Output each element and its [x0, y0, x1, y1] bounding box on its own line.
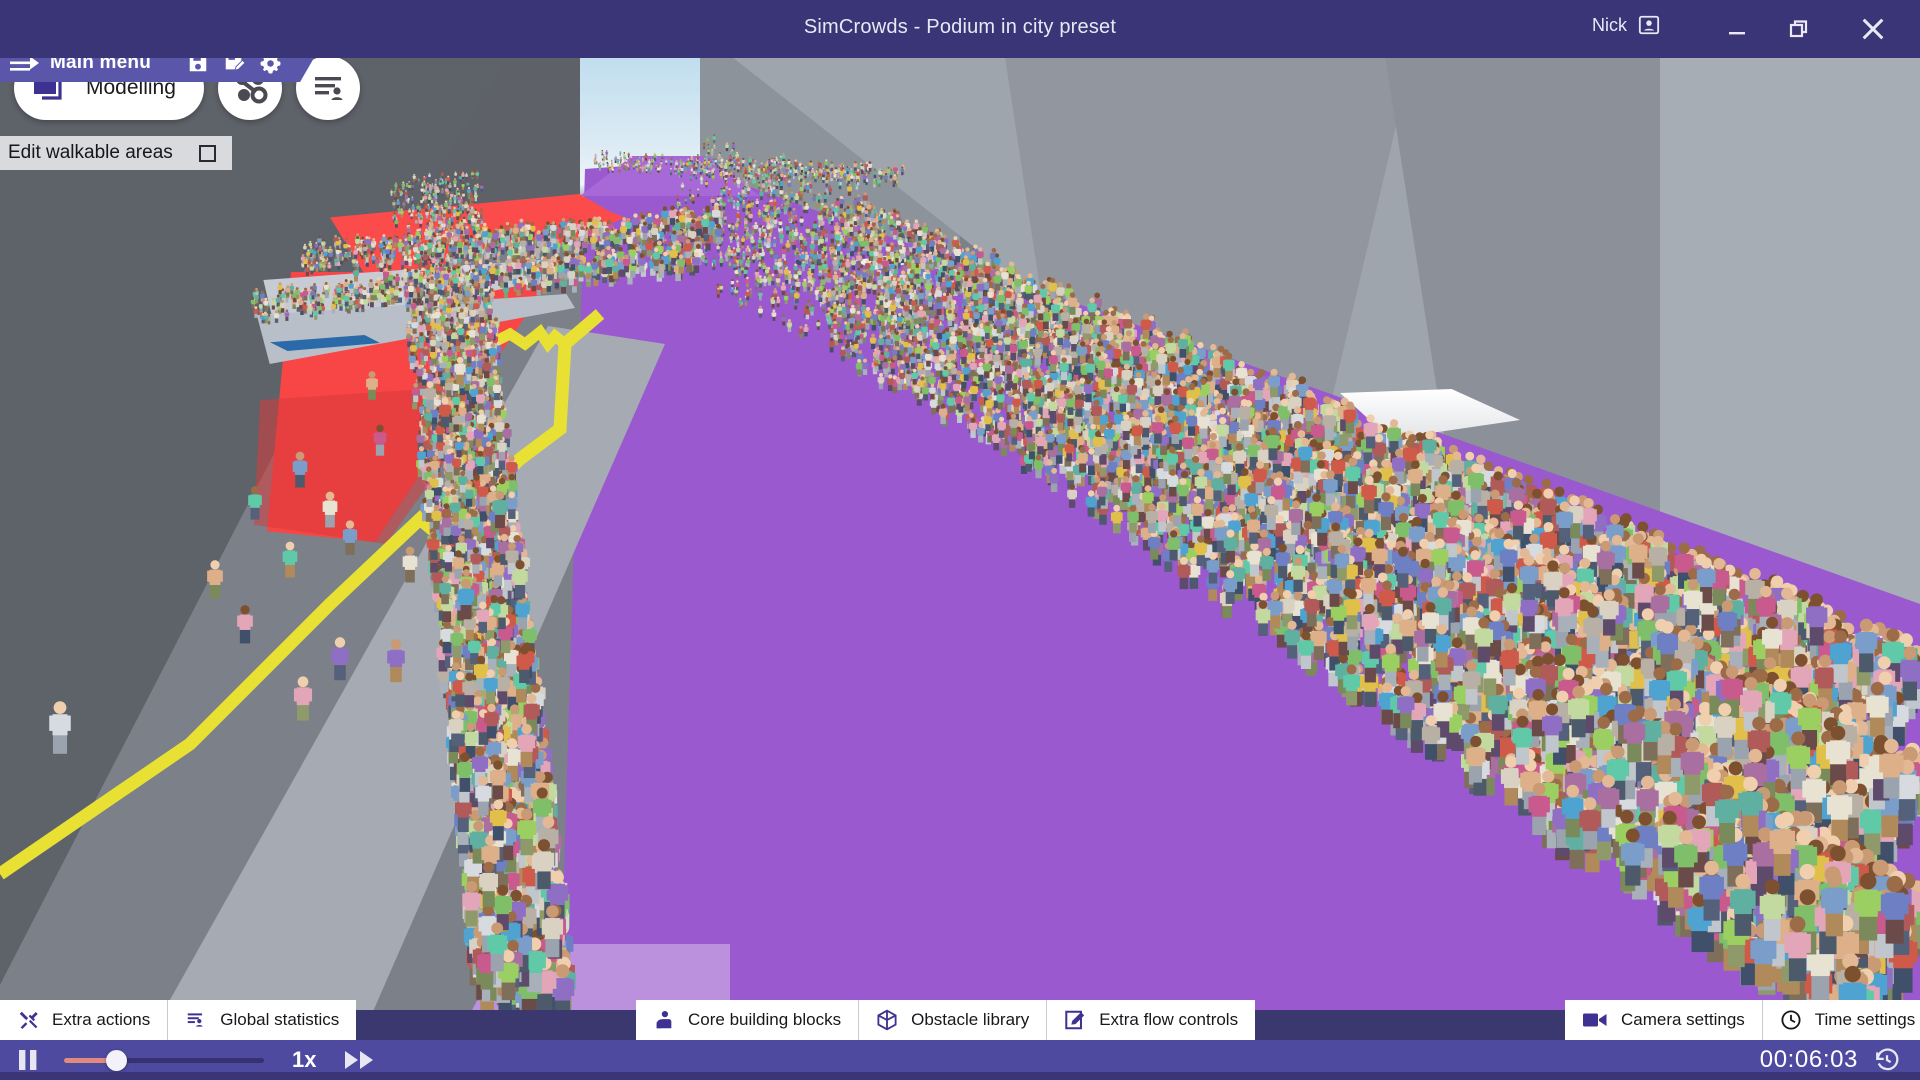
slider-thumb[interactable] — [106, 1050, 127, 1071]
contact-card-icon — [1638, 14, 1660, 36]
camera-settings-label: Camera settings — [1621, 1010, 1745, 1030]
camera-settings-button[interactable]: Camera settings — [1565, 1000, 1763, 1040]
bottom-center-button-group: Core building blocks Obstacle library Ex… — [636, 1000, 1255, 1040]
history-reset-icon[interactable] — [1874, 1047, 1900, 1073]
edit-walkable-areas-checkbox[interactable] — [199, 145, 216, 162]
time-settings-button[interactable]: Time settings — [1763, 1000, 1920, 1040]
user-name: Nick — [1592, 15, 1627, 36]
core-building-blocks-button[interactable]: Core building blocks — [636, 1000, 859, 1040]
person-block-icon — [653, 1009, 675, 1031]
restore-icon — [1787, 17, 1811, 41]
fast-forward-icon — [344, 1049, 376, 1071]
minimize-button[interactable] — [1706, 0, 1768, 58]
obstacle-library-button[interactable]: Obstacle library — [859, 1000, 1047, 1040]
restore-button[interactable] — [1768, 0, 1830, 58]
global-statistics-button[interactable]: Global statistics — [168, 1000, 356, 1040]
extra-actions-label: Extra actions — [52, 1010, 150, 1030]
close-icon — [1859, 15, 1887, 43]
speed-value-label: 1x — [292, 1047, 316, 1073]
time-settings-label: Time settings — [1815, 1010, 1915, 1030]
user-account[interactable]: Nick — [1592, 14, 1660, 36]
bottom-right-button-group: Camera settings Time settings — [1565, 1000, 1920, 1040]
list-person-icon — [185, 1009, 207, 1031]
fast-forward-button[interactable] — [344, 1049, 376, 1071]
playback-bar-underline — [0, 1072, 1920, 1080]
crowd-agents-layer — [0, 44, 1920, 1010]
extra-flow-controls-button[interactable]: Extra flow controls — [1047, 1000, 1255, 1040]
pause-icon — [17, 1048, 39, 1072]
obstacle-library-label: Obstacle library — [911, 1010, 1029, 1030]
global-statistics-label: Global statistics — [220, 1010, 339, 1030]
minimize-icon — [1725, 17, 1749, 41]
3d-simulation-viewport[interactable] — [0, 44, 1920, 1010]
simcrowds-window: SimCrowds - Podium in city preset Nick M… — [0, 0, 1920, 1080]
cube-icon — [876, 1009, 898, 1031]
edit-walkable-areas-row[interactable]: Edit walkable areas — [0, 136, 232, 170]
bottom-left-button-group: Extra actions Global statistics — [0, 1000, 356, 1040]
timer-value: 00:06:03 — [1760, 1046, 1858, 1074]
video-camera-icon — [1582, 1010, 1608, 1030]
core-building-blocks-label: Core building blocks — [688, 1010, 841, 1030]
close-button[interactable] — [1844, 0, 1902, 58]
title-bar: SimCrowds - Podium in city preset Nick — [0, 0, 1920, 58]
extra-flow-controls-label: Extra flow controls — [1099, 1010, 1238, 1030]
list-person-icon — [308, 68, 348, 108]
tools-icon — [17, 1009, 39, 1031]
bottom-toolbar: Extra actions Global statistics Core bui… — [0, 1000, 1920, 1040]
pencil-square-icon — [1064, 1009, 1086, 1031]
edit-walkable-areas-label: Edit walkable areas — [8, 142, 173, 164]
extra-actions-button[interactable]: Extra actions — [0, 1000, 168, 1040]
clock-icon — [1780, 1009, 1802, 1031]
